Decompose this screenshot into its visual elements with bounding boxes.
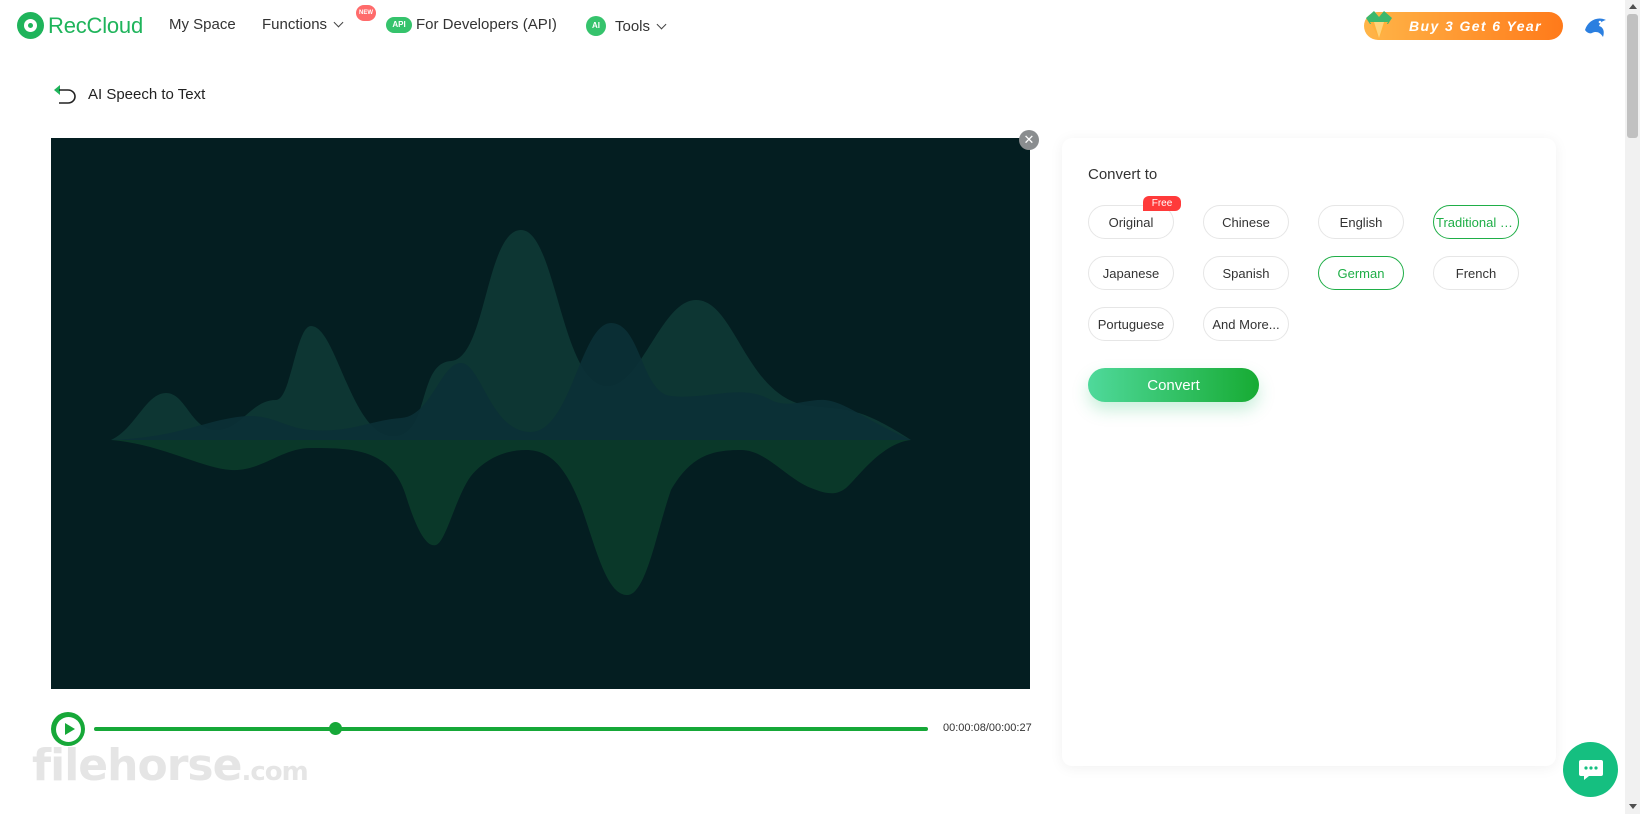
- language-option-more[interactable]: And More...: [1203, 307, 1289, 341]
- back-arrow-icon: [54, 85, 76, 104]
- language-option-label: Original: [1108, 214, 1154, 230]
- watermark-suffix: .com: [241, 757, 308, 787]
- scroll-up-arrow-icon[interactable]: [1629, 4, 1637, 9]
- chevron-down-icon: [656, 19, 667, 29]
- watermark-main: filehorse: [32, 740, 242, 791]
- new-badge: NEW: [356, 5, 376, 21]
- free-badge: Free: [1143, 196, 1181, 211]
- user-avatar[interactable]: [1580, 12, 1610, 42]
- language-option-label: Portuguese: [1097, 316, 1165, 332]
- convert-panel: Convert to Original Free Chinese English…: [1062, 138, 1556, 766]
- language-option-chinese[interactable]: Chinese: [1203, 205, 1289, 239]
- nav-tools-label: Tools: [615, 17, 651, 35]
- chat-icon: [1578, 759, 1603, 780]
- convert-button-label: Convert: [1147, 376, 1200, 394]
- gift-diamond-icon: [1366, 11, 1392, 38]
- top-nav-bar: RecCloud My Space Functions NEW API For …: [0, 0, 1625, 52]
- close-media-button[interactable]: ✕: [1019, 130, 1039, 150]
- language-option-label: English: [1339, 214, 1383, 230]
- nav-functions[interactable]: Functions: [262, 16, 344, 33]
- language-option-label: Japanese: [1102, 265, 1160, 281]
- language-option-label: And More...: [1212, 316, 1280, 332]
- scroll-thumb[interactable]: [1627, 14, 1638, 138]
- language-option-traditional-chinese[interactable]: Traditional C...: [1433, 205, 1519, 239]
- language-option-spanish[interactable]: Spanish: [1203, 256, 1289, 290]
- reccloud-logo[interactable]: RecCloud: [17, 12, 143, 39]
- time-display: 00:00:08/00:00:27: [943, 722, 1032, 734]
- close-icon: ✕: [1023, 132, 1035, 147]
- language-option-english[interactable]: English: [1318, 205, 1404, 239]
- nav-my-space[interactable]: My Space: [169, 16, 236, 33]
- chevron-down-icon: [333, 17, 344, 28]
- language-option-german[interactable]: German: [1318, 256, 1404, 290]
- filehorse-watermark: filehorse.com: [32, 740, 309, 791]
- language-option-portuguese[interactable]: Portuguese: [1088, 307, 1174, 341]
- promo-label: Buy 3 Get 6 Year: [1409, 18, 1542, 34]
- language-option-label: Traditional C...: [1436, 214, 1518, 230]
- language-option-label: Spanish: [1222, 265, 1270, 281]
- language-option-label: Chinese: [1222, 214, 1270, 230]
- nav-functions-label: Functions: [262, 16, 328, 33]
- language-option-french[interactable]: French: [1433, 256, 1519, 290]
- back-link[interactable]: AI Speech to Text: [51, 84, 205, 104]
- nav-my-space-label: My Space: [169, 16, 236, 33]
- api-cloud-icon: API: [386, 16, 412, 33]
- progress-knob[interactable]: [329, 722, 343, 735]
- language-option-label: German: [1337, 265, 1385, 281]
- language-option-label: French: [1455, 265, 1497, 281]
- logo-text: RecCloud: [48, 12, 144, 38]
- page-scrollbar[interactable]: [1625, 0, 1640, 814]
- nav-developers-label: For Developers (API): [416, 16, 557, 33]
- waveform-visual: [111, 230, 911, 596]
- ai-gear-icon: AI: [586, 16, 606, 36]
- play-icon: [55, 716, 81, 742]
- live-chat-button[interactable]: [1563, 742, 1618, 797]
- scroll-down-arrow-icon[interactable]: [1629, 804, 1637, 809]
- audio-waveform-player[interactable]: [51, 138, 1030, 689]
- convert-to-title: Convert to: [1088, 166, 1158, 183]
- bird-avatar-icon: [1581, 13, 1609, 41]
- convert-button[interactable]: Convert: [1088, 368, 1259, 402]
- progress-track[interactable]: [94, 727, 928, 731]
- nav-developers[interactable]: API For Developers (API): [386, 16, 557, 33]
- page-title: AI Speech to Text: [88, 85, 206, 103]
- language-option-japanese[interactable]: Japanese: [1088, 256, 1174, 290]
- nav-tools[interactable]: AI Tools: [586, 16, 667, 36]
- logo-icon: [17, 12, 44, 39]
